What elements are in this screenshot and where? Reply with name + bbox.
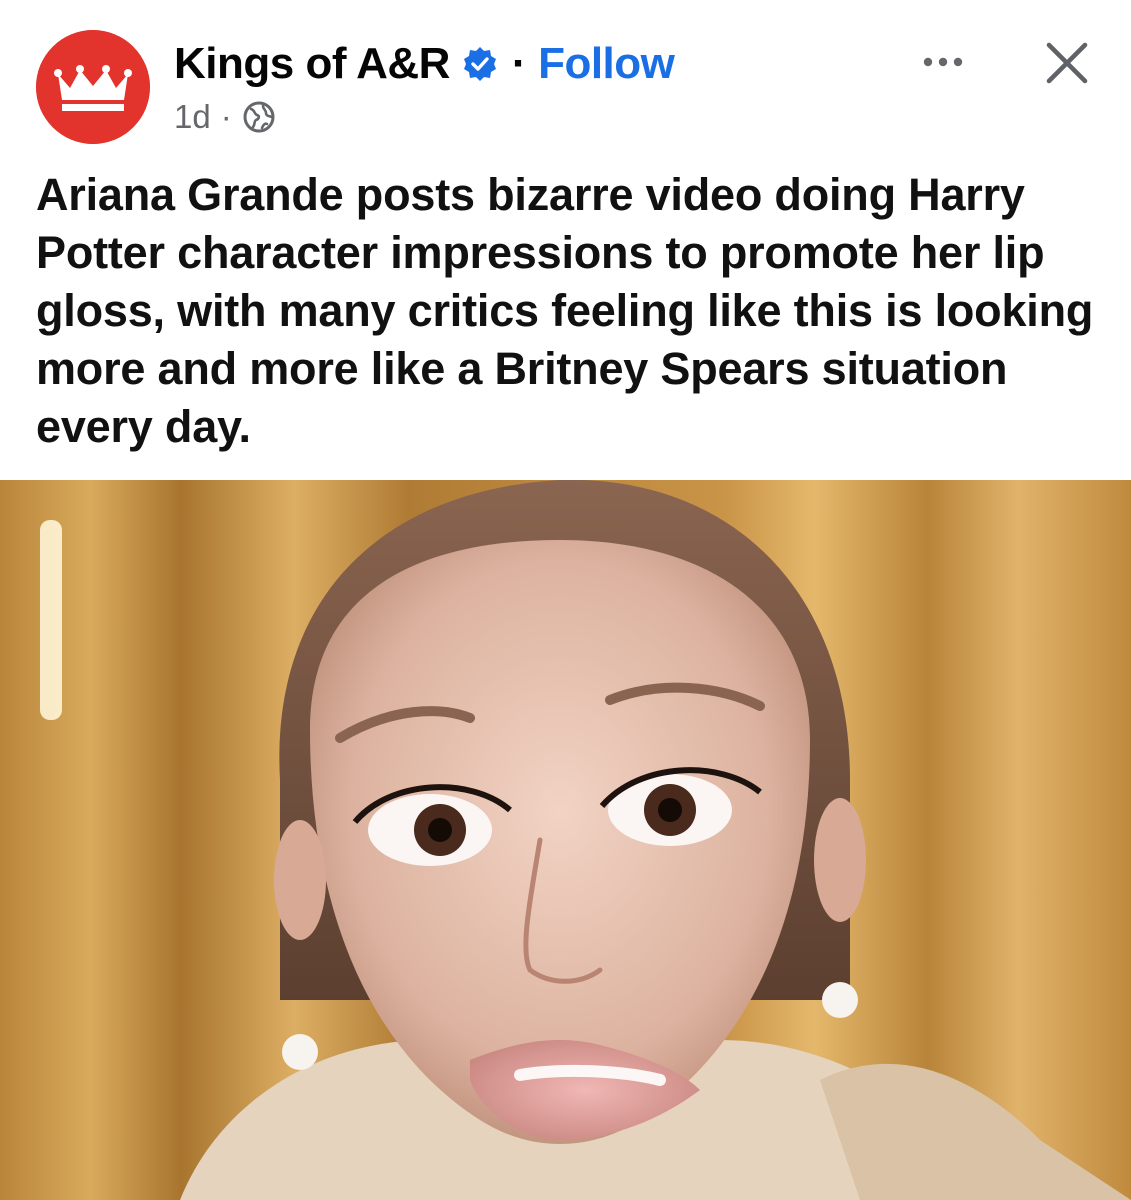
post-photo[interactable] [0,480,1131,1200]
page-avatar[interactable] [36,30,150,144]
more-options-button[interactable] [916,42,970,82]
page-name-link[interactable]: Kings of A&R [174,36,450,92]
globe-icon[interactable] [242,100,276,134]
verified-badge-icon [462,46,498,82]
more-options-icon [923,57,963,67]
name-separator: · [511,39,527,88]
post-card: Kings of A&R · Follow 1d · Ariana Grande… [0,0,1131,1200]
portrait-image [0,480,1131,1200]
meta-separator: · [220,98,232,135]
close-button[interactable] [1040,36,1094,90]
follow-button[interactable]: Follow [538,36,675,92]
post-caption: Ariana Grande posts bizarre video doing … [36,169,1094,452]
post-timestamp[interactable]: 1d [174,95,211,139]
post-header-name-row: Kings of A&R · Follow [174,36,675,92]
close-icon [1046,42,1088,84]
post-meta-row: 1d · [174,95,276,139]
crown-logo-icon [36,30,150,144]
